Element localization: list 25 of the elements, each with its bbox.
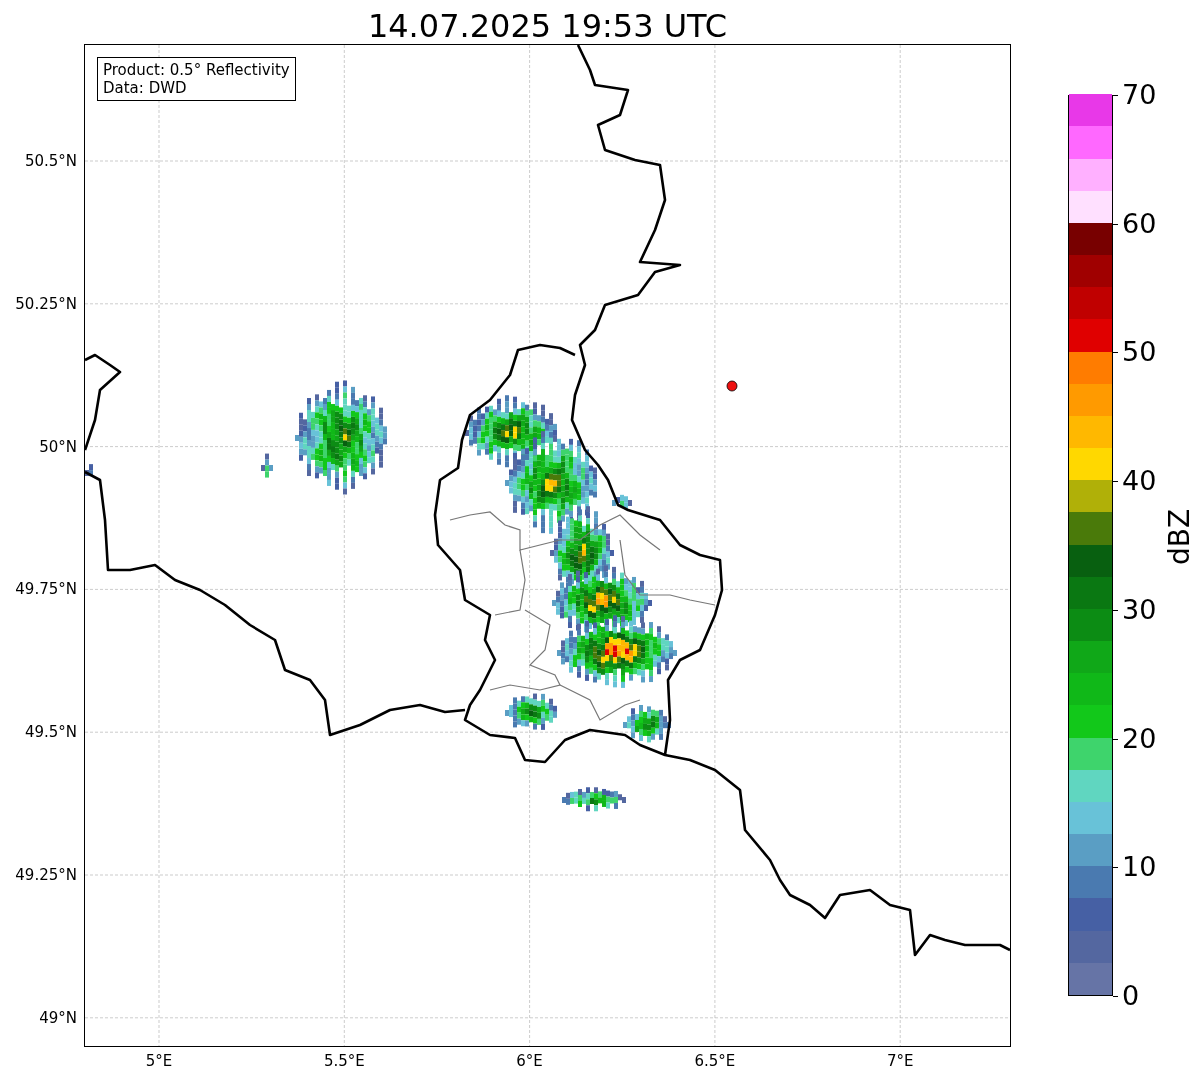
colorbar-tick-label: 20 xyxy=(1122,722,1157,755)
latitude-label: 49.25°N xyxy=(15,866,77,884)
colorbar-tick-label: 10 xyxy=(1122,851,1157,884)
longitude-label: 6.5°E xyxy=(693,1052,737,1070)
longitude-label: 6°E xyxy=(515,1052,544,1070)
latitude-label: 50°N xyxy=(39,437,77,456)
chart-title: 14.07.2025 19:53 UTC xyxy=(366,6,729,46)
latitude-label: 50.5°N xyxy=(24,152,77,170)
colorbar-tick-label: 70 xyxy=(1122,79,1157,111)
latitude-label: 49.5°N xyxy=(24,723,77,742)
colorbar-tick-label: 30 xyxy=(1122,593,1157,626)
colorbar-tick-label: 50 xyxy=(1122,336,1157,369)
latitude-label: 49.75°N xyxy=(15,580,77,599)
longitude-label: 5.5°E xyxy=(322,1052,366,1070)
longitude-label: 5°E xyxy=(144,1052,174,1070)
location-marker xyxy=(726,380,738,392)
latitude-label: 50.25°N xyxy=(15,294,77,313)
longitude-label: 7°E xyxy=(885,1052,915,1070)
info-text: Data: DWD xyxy=(103,79,188,97)
colorbar-tick-label: 60 xyxy=(1122,207,1157,240)
colorbar-label: dBZ xyxy=(1163,507,1197,568)
info-text: Product: 0.5° Reflectivity xyxy=(103,61,290,79)
latitude-label: 49°N xyxy=(39,1008,77,1027)
colorbar-tick-label: 40 xyxy=(1122,465,1157,498)
colorbar-tick-label: 0 xyxy=(1122,980,1140,1012)
